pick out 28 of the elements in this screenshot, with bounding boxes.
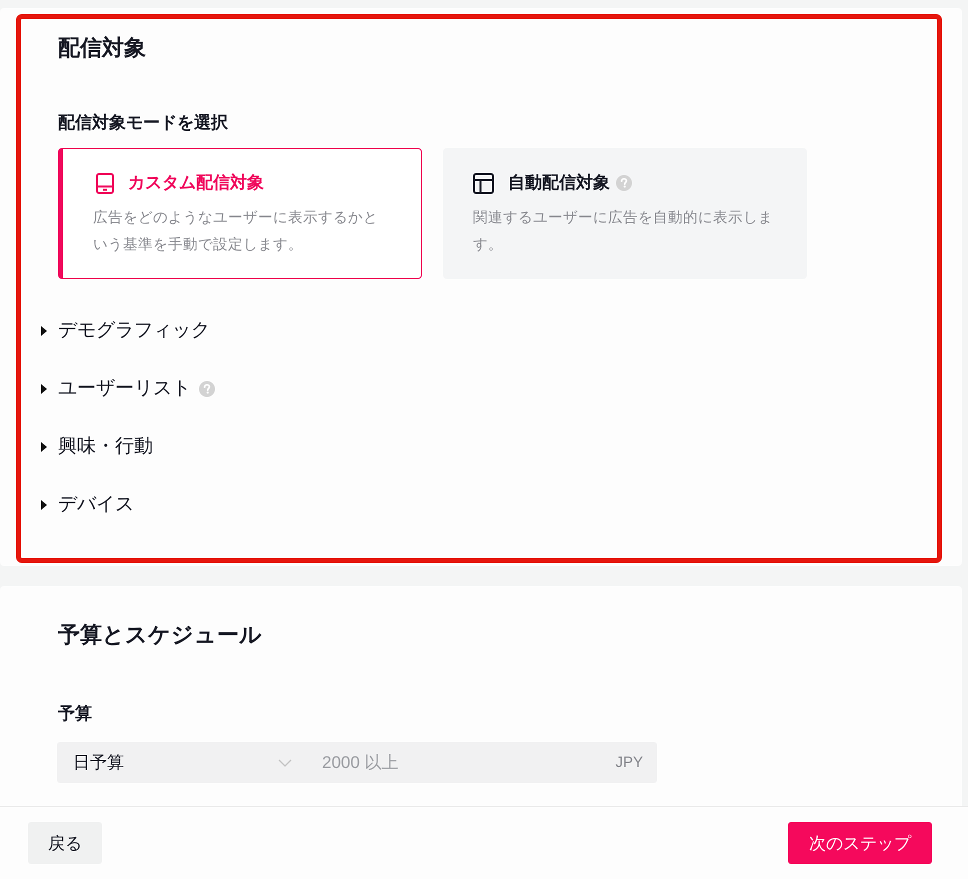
layout-icon (473, 172, 494, 194)
section-title: 配信対象 (58, 34, 146, 62)
mode-description: 関連するユーザーに広告を自動的に表示します。 (473, 208, 774, 255)
mode-title: カスタム配信対象 (128, 172, 264, 194)
section-toggle[interactable]: デバイス (41, 491, 134, 519)
targeting-mode-card[interactable]: 自動配信対象 関連するユーザーに広告を自動的に表示します。 (443, 148, 807, 279)
help-icon[interactable] (199, 381, 215, 397)
currency-label: JPY (605, 742, 657, 783)
caret-icon (41, 500, 47, 510)
caret-icon (41, 326, 47, 336)
section-toggle[interactable]: ユーザーリスト (41, 375, 215, 403)
budget-type-select[interactable]: 日予算 (57, 742, 307, 783)
back-button[interactable]: 戻る (28, 822, 102, 864)
tablet-icon (96, 172, 114, 194)
section-toggle[interactable]: 興味・行動 (41, 433, 153, 461)
help-icon[interactable] (616, 175, 632, 191)
next-step-button[interactable]: 次のステップ (788, 822, 932, 864)
chevron-down-icon (278, 758, 292, 766)
section-toggle[interactable]: デモグラフィック (41, 317, 210, 345)
caret-icon (41, 442, 47, 452)
mode-title: 自動配信対象 (508, 172, 610, 194)
caret-icon (41, 384, 47, 394)
targeting-mode-card[interactable]: カスタム配信対象 広告をどのようなユーザーに表示するかという基準を手動で設定します。 (58, 148, 422, 279)
budget-label: 予算 (58, 703, 92, 725)
budget-amount-field[interactable]: 2000 以上 (307, 742, 606, 783)
section-title: 予算とスケジュール (58, 621, 262, 649)
mode-label: 配信対象モードを選択 (58, 112, 228, 134)
mode-description: 広告をどのようなユーザーに表示するかという基準を手動で設定します。 (93, 208, 379, 255)
